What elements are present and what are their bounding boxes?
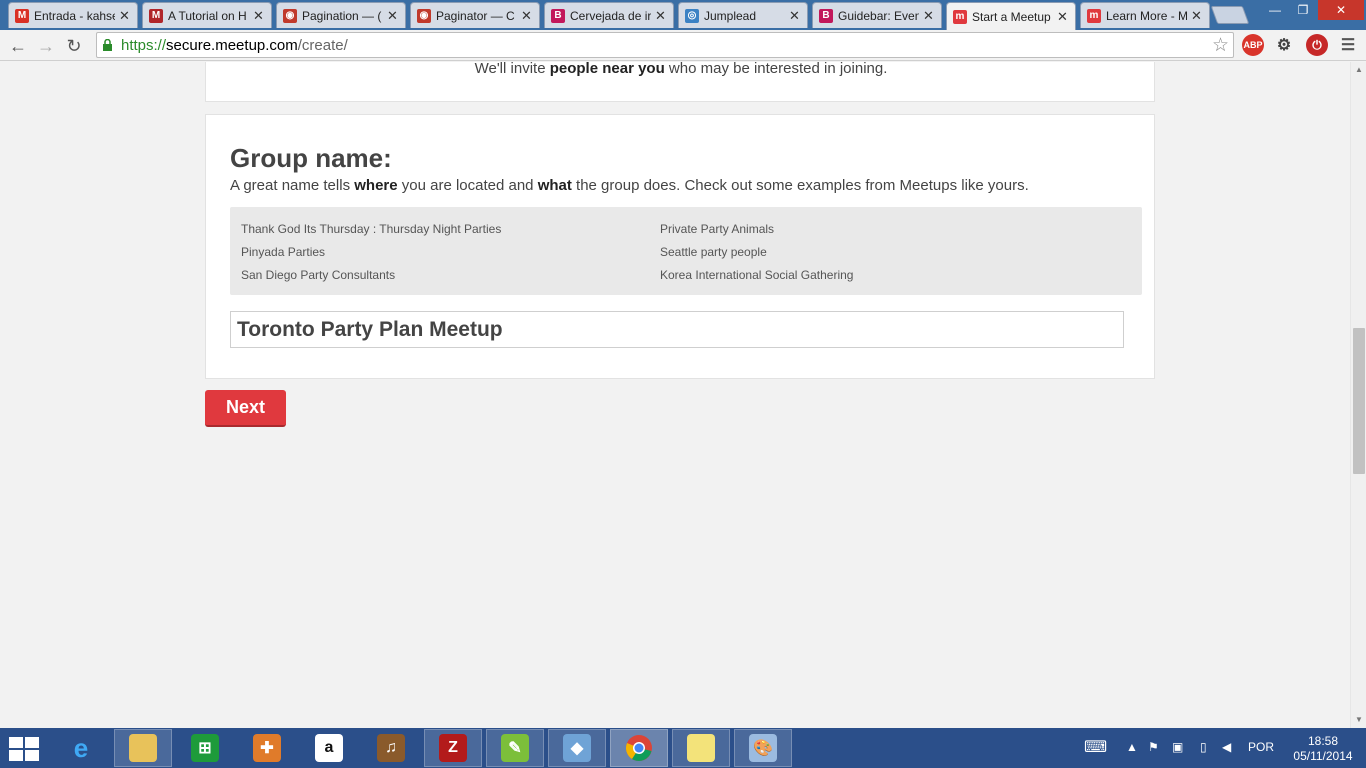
new-tab-button[interactable] [1210, 6, 1250, 24]
extension-icon[interactable]: ⚙ [1273, 34, 1295, 56]
adblock-icon[interactable]: ABP [1242, 34, 1264, 56]
sticky-notes-icon[interactable] [672, 729, 730, 767]
lock-icon [103, 39, 112, 51]
menu-icon[interactable]: ☰ [1337, 34, 1359, 56]
browser-tab[interactable]: m Start a Meetup ✕ [946, 2, 1076, 30]
tab-title: Start a Meetup [972, 9, 1051, 24]
tab-close-icon[interactable]: ✕ [387, 8, 399, 24]
tab-close-icon[interactable]: ✕ [923, 8, 935, 24]
scroll-up-arrow-icon[interactable]: ▲ [1351, 62, 1366, 76]
meetup-icon: m [1087, 8, 1101, 23]
tab-close-icon[interactable]: ✕ [1191, 8, 1203, 24]
browser-tab[interactable]: ◎ Jumplead ✕ [678, 2, 808, 28]
close-window-icon[interactable]: ✕ [1318, 0, 1364, 20]
bookmark-star-icon[interactable]: ☆ [1212, 34, 1229, 57]
group-name-heading: Group name: [230, 143, 392, 173]
tab-title: Learn More - M [1106, 8, 1187, 23]
b-icon: B [551, 8, 565, 23]
language-indicator[interactable]: POR [1248, 740, 1274, 754]
tab-title: A Tutorial on H [168, 8, 247, 23]
tab-title: Cervejada de ir [570, 8, 651, 23]
tools-icon[interactable]: ✚ [238, 729, 296, 767]
scroll-down-arrow-icon[interactable]: ▼ [1351, 712, 1366, 726]
group-name-hint: A great name tells where you are located… [230, 177, 1029, 194]
minimize-icon[interactable]: — [1262, 0, 1288, 20]
site-icon: ◉ [283, 8, 297, 23]
browser-tab[interactable]: M A Tutorial on H ✕ [142, 2, 272, 28]
meetup-icon: m [953, 9, 967, 24]
example-name: Pinyada Parties [241, 245, 326, 259]
reload-icon[interactable]: ↻ [62, 34, 86, 58]
page-content: We'll invite people near you who may be … [0, 62, 1350, 728]
m-icon: M [149, 8, 163, 23]
tab-title: Pagination — ( [302, 8, 382, 23]
example-name: Private Party Animals [660, 222, 775, 236]
browser-tab[interactable]: ◉ Pagination — ( ✕ [276, 2, 406, 28]
address-bar[interactable]: https://secure.meetup.com/create/ ☆ [96, 32, 1234, 58]
show-hidden-icons-icon[interactable]: ▲ [1126, 740, 1138, 754]
clock[interactable]: 18:58 05/11/2014 [1288, 734, 1358, 764]
examples-box: Thank God Its Thursday : Thursday Night … [230, 207, 1142, 295]
store-icon[interactable]: ⊞ [176, 729, 234, 767]
tab-close-icon[interactable]: ✕ [655, 8, 667, 24]
windows-start-icon[interactable] [8, 736, 40, 762]
example-name: Seattle party people [660, 245, 767, 259]
browser-tab[interactable]: M Entrada - kahse ✕ [8, 2, 138, 28]
filezilla-icon[interactable]: Z [424, 729, 482, 767]
internet-explorer-icon[interactable]: e [52, 729, 110, 767]
file-explorer-icon[interactable] [114, 729, 172, 767]
notepad-icon[interactable]: ✎ [486, 729, 544, 767]
gmail-icon: M [15, 8, 29, 23]
example-name: Thank God Its Thursday : Thursday Night … [241, 222, 502, 236]
keyboard-icon[interactable]: ⌨ [1084, 737, 1107, 757]
clock-time: 18:58 [1307, 734, 1339, 748]
tab-title: Jumplead [704, 8, 757, 23]
vertical-scrollbar[interactable]: ▲ ▼ [1350, 62, 1366, 728]
group-name-card: Group name: A great name tells where you… [205, 114, 1155, 379]
example-name: Korea International Social Gathering [660, 268, 854, 282]
back-arrow-icon[interactable]: ← [6, 34, 30, 58]
browser-tab[interactable]: m Learn More - M ✕ [1080, 2, 1210, 28]
taskbar: e ⊞ ✚ a ♫ Z ✎ ◆ 🎨 ⌨ ▲ ⚑ ▣ ▯ ◀ POR 18:58 … [0, 728, 1366, 768]
scroll-thumb[interactable] [1353, 328, 1365, 474]
browser-tab[interactable]: ◉ Paginator — C ✕ [410, 2, 540, 28]
media-icon[interactable]: ♫ [362, 729, 420, 767]
virtualbox-icon[interactable]: ◆ [548, 729, 606, 767]
invite-text: We'll invite people near you who may be … [474, 62, 888, 77]
b-icon: B [819, 8, 833, 23]
chrome-icon[interactable] [610, 729, 668, 767]
battery-icon[interactable]: ▯ [1200, 740, 1207, 754]
location-card: We'll invite people near you who may be … [205, 62, 1155, 102]
globe-icon: ◎ [685, 8, 699, 23]
tab-close-icon[interactable]: ✕ [1057, 9, 1069, 25]
next-button[interactable]: Next [205, 390, 286, 427]
group-name-input[interactable] [230, 311, 1124, 348]
clock-date: 05/11/2014 [1293, 749, 1353, 763]
tab-title: Entrada - kahse [34, 8, 115, 23]
tab-title: Guidebar: Even [838, 8, 919, 23]
amazon-icon[interactable]: a [300, 729, 358, 767]
site-icon: ◉ [417, 8, 431, 23]
tab-close-icon[interactable]: ✕ [521, 8, 533, 24]
tab-close-icon[interactable]: ✕ [119, 8, 131, 24]
example-name: San Diego Party Consultants [241, 268, 396, 282]
forward-arrow-icon[interactable]: → [34, 34, 58, 58]
tab-close-icon[interactable]: ✕ [789, 8, 801, 24]
browser-tab[interactable]: B Guidebar: Even ✕ [812, 2, 942, 28]
restore-icon[interactable]: ❐ [1290, 0, 1316, 20]
browser-tab[interactable]: B Cervejada de ir ✕ [544, 2, 674, 28]
action-center-icon[interactable]: ⚑ [1148, 740, 1159, 754]
network-icon[interactable]: ▣ [1172, 740, 1183, 754]
tab-title: Paginator — C [436, 8, 515, 23]
tab-close-icon[interactable]: ✕ [253, 8, 265, 24]
volume-icon[interactable]: ◀ [1222, 740, 1231, 754]
browser-toolbar: ← → ↻ https://secure.meetup.com/create/ … [0, 30, 1366, 61]
tab-strip: M Entrada - kahse ✕ M A Tutorial on H ✕ ◉ Pagin… [0, 0, 1366, 30]
power-icon[interactable]: ⏻ [1306, 34, 1328, 56]
url-text: https://secure.meetup.com/create/ [121, 37, 348, 54]
paint-icon[interactable]: 🎨 [734, 729, 792, 767]
